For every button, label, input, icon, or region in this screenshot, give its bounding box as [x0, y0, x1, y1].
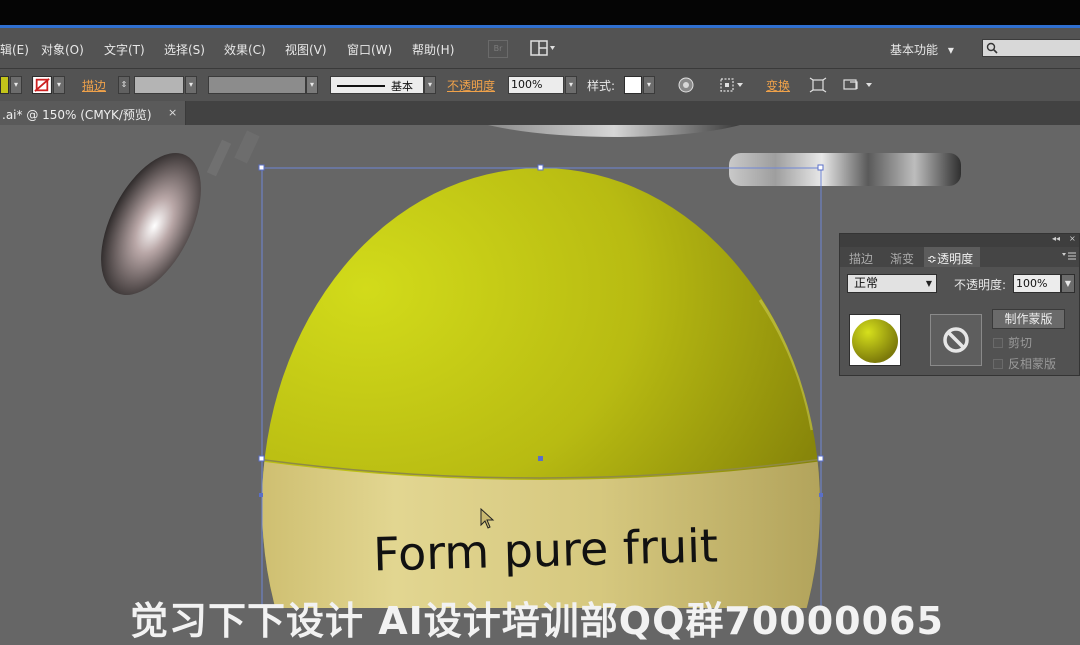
anchor-point[interactable] — [819, 493, 823, 497]
variable-width-dropdown[interactable]: ▾ — [306, 76, 318, 94]
recolor-artwork-icon[interactable] — [677, 76, 697, 94]
stroke-label[interactable]: 描边 — [82, 77, 106, 94]
menu-window[interactable]: 窗口(W) — [347, 41, 392, 58]
anchor-point[interactable] — [258, 455, 265, 462]
cap-oval-shape — [101, 153, 201, 295]
selection-handle[interactable] — [537, 164, 544, 171]
panel-opacity-field[interactable]: 100% — [1013, 274, 1061, 293]
mask-thumbnail[interactable] — [930, 314, 982, 366]
document-tab[interactable]: .ai* @ 150% (CMYK/预览) × — [0, 101, 186, 125]
variable-width-profile[interactable] — [208, 76, 306, 94]
panel-opacity-label: 不透明度: — [954, 278, 1007, 292]
anchor-point[interactable] — [259, 493, 263, 497]
menu-object[interactable]: 对象(O) — [41, 41, 84, 58]
stroke-weight-dropdown[interactable]: ▾ — [185, 76, 197, 94]
stroke-weight-field[interactable] — [134, 76, 184, 94]
brush-definition-field[interactable]: 基本 — [330, 76, 424, 94]
bridge-icon[interactable]: Br — [488, 40, 508, 58]
tab-transparency-label: 透明度 — [937, 252, 974, 266]
fill-swatch[interactable] — [0, 76, 9, 94]
tab-transparency[interactable]: ≎透明度 — [927, 250, 973, 267]
menu-view[interactable]: 视图(V) — [285, 41, 327, 58]
chevron-down-icon[interactable]: ▼ — [922, 275, 936, 292]
panel-options-icon[interactable] — [842, 76, 876, 94]
title-bar — [0, 0, 1080, 25]
selection-handle[interactable] — [817, 164, 824, 171]
stroke-weight-stepper[interactable]: ⇕ — [118, 76, 130, 94]
panel-menu-icon[interactable] — [1062, 251, 1076, 261]
workspace-switcher[interactable]: 基本功能 ▾ — [890, 41, 954, 58]
ghost-stroke — [234, 130, 260, 164]
graphic-style-dropdown[interactable]: ▾ — [643, 76, 655, 94]
chevron-down-icon: ▾ — [947, 43, 954, 57]
panel-header: ◂◂ × — [840, 234, 1079, 247]
collapse-icon[interactable]: ◂◂ — [1052, 234, 1060, 243]
anchor-point[interactable] — [817, 455, 824, 462]
brush-dropdown-arrow[interactable]: ▾ — [424, 76, 436, 94]
menu-help[interactable]: 帮助(H) — [412, 41, 454, 58]
graphic-style-swatch[interactable] — [624, 76, 642, 94]
workspace-label: 基本功能 — [890, 43, 939, 57]
object-thumbnail[interactable] — [849, 314, 901, 366]
clip-label: 剪切 — [1008, 336, 1033, 350]
opacity-field[interactable]: 100% — [508, 76, 564, 94]
menu-edit[interactable]: 辑(E) — [0, 41, 29, 58]
artwork-label-text: Form pure fruit — [373, 519, 719, 582]
clip-checkbox[interactable] — [993, 338, 1003, 348]
anchor-point[interactable] — [538, 456, 543, 461]
tab-transparency-prefix: ≎ — [927, 252, 938, 266]
close-icon[interactable]: × — [1069, 234, 1076, 243]
transparency-panel: ◂◂ × 描边 渐变 ≎透明度 正常 ▼ 不透明度: 100% ▼ 制作蒙版 剪… — [839, 233, 1080, 376]
close-icon[interactable]: × — [168, 106, 177, 119]
make-mask-button[interactable]: 制作蒙版 — [992, 309, 1065, 329]
isolate-object-icon[interactable] — [808, 76, 828, 94]
stroke-line-preview — [337, 85, 385, 87]
style-label: 样式: — [587, 79, 616, 93]
align-options-icon[interactable] — [718, 76, 746, 94]
ghost-stroke — [206, 139, 232, 177]
invert-mask-label: 反相蒙版 — [1008, 357, 1057, 371]
metal-bar-shape — [729, 153, 961, 186]
panel-opacity-dropdown[interactable]: ▼ — [1061, 274, 1075, 293]
menu-type[interactable]: 文字(T) — [104, 41, 145, 58]
tab-gradient[interactable]: 渐变 — [890, 250, 914, 267]
style-label-text: 样式 — [587, 79, 612, 93]
stroke-dropdown-arrow[interactable]: ▾ — [53, 76, 65, 94]
opacity-label[interactable]: 不透明度 — [447, 77, 495, 94]
sphere-thumbnail-icon — [852, 319, 898, 363]
menu-select[interactable]: 选择(S) — [164, 41, 205, 58]
tab-stroke[interactable]: 描边 — [849, 250, 873, 267]
arrange-documents-icon[interactable] — [530, 40, 556, 56]
invert-mask-checkbox[interactable] — [993, 359, 1003, 369]
top-metal-shape — [488, 125, 740, 137]
menu-effect[interactable]: 效果(C) — [224, 41, 266, 58]
watermark-text: 觉习下下设计 AI设计培训部QQ群70000065 — [130, 599, 944, 643]
transform-label[interactable]: 变换 — [766, 77, 790, 94]
search-input[interactable] — [982, 39, 1080, 57]
stroke-none-swatch[interactable] — [32, 76, 52, 94]
brush-name: 基本 — [391, 80, 413, 93]
selection-handle[interactable] — [258, 164, 265, 171]
search-icon — [986, 42, 998, 54]
opacity-dropdown-arrow[interactable]: ▾ — [565, 76, 577, 94]
document-tab-title: .ai* @ 150% (CMYK/预览) — [2, 108, 152, 122]
no-mask-icon — [943, 327, 969, 353]
fill-dropdown-arrow[interactable]: ▾ — [10, 76, 22, 94]
